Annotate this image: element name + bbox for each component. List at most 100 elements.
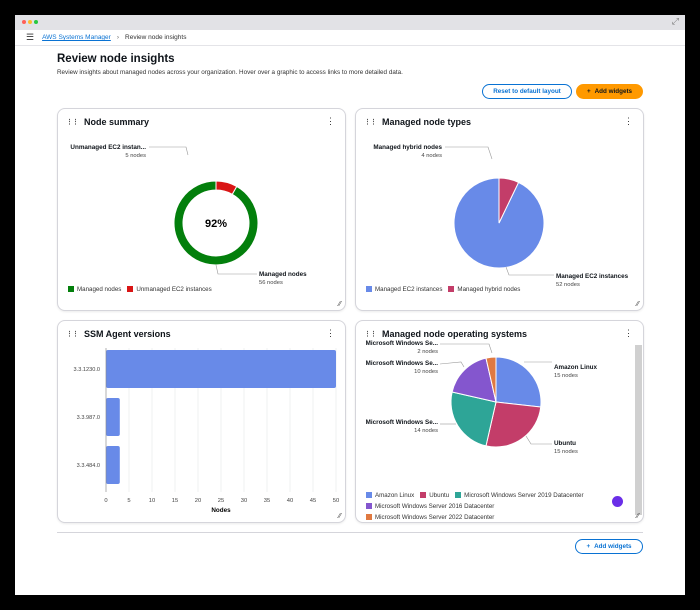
pie-chart: Amazon Linux 15 nodes Ubuntu 15 nodes Micros…: [366, 340, 598, 455]
more-options-icon[interactable]: ⋮: [326, 116, 335, 127]
x-tick-label: 15: [172, 498, 178, 504]
widget-title: Node summary: [84, 117, 150, 127]
reset-layout-button[interactable]: Reset to default layout: [482, 84, 572, 99]
slice-label: Unmanaged EC2 instan...: [70, 144, 146, 151]
slice-value: 2 nodes: [417, 349, 438, 355]
leader-line: [439, 361, 465, 368]
legend-swatch: [68, 286, 74, 292]
resize-handle-icon[interactable]: ⁄⁄: [637, 301, 639, 308]
slice-label: Microsoft Windows Se...: [366, 419, 439, 426]
legend-item[interactable]: Microsoft Windows Server 2016 Datacenter: [366, 502, 494, 511]
add-widgets-button[interactable]: + Add widgets: [576, 84, 643, 99]
slice-label: Managed nodes: [259, 271, 307, 278]
chevron-right-icon: ›: [116, 34, 120, 41]
bar-chart: 0 5 10 15 20 25 30 35 40 45 50 3.3.1230.0 3.3.987.0 3…: [74, 348, 339, 514]
legend-swatch: [366, 514, 372, 520]
expand-icon[interactable]: ⤢: [672, 16, 679, 27]
legend: Amazon Linux Ubuntu Microsoft Windows Se…: [366, 491, 616, 522]
widget-node-summary: ⋮⋮ Node summary ⋮ Unmanaged EC2 instan...…: [57, 108, 346, 311]
y-tick-label: 3.3.1230.0: [74, 367, 100, 373]
y-tick-label: 3.3.987.0: [77, 415, 100, 421]
slice-value: 5 nodes: [125, 153, 146, 159]
browser-window: ⤢ ☰ AWS Systems Manager › Review node in…: [15, 15, 685, 595]
x-tick-label: 35: [264, 498, 270, 504]
drag-handle-icon[interactable]: ⋮⋮: [66, 330, 79, 338]
leader-line: [215, 264, 257, 275]
minimize-dot[interactable]: [28, 20, 32, 24]
widget-operating-systems: ⋮⋮ Managed node operating systems ⋮ Amazo…: [355, 320, 644, 523]
widget-title: Managed node types: [382, 117, 472, 127]
pie-chart: Managed hybrid nodes 4 nodes Managed EC2 i…: [373, 144, 629, 288]
slice-label: Amazon Linux: [554, 364, 598, 371]
title-bar: ⤢: [15, 15, 685, 30]
legend: Managed nodes Unmanaged EC2 instances: [68, 286, 212, 293]
slice-label: Microsoft Windows Se...: [366, 360, 439, 367]
legend-item[interactable]: Managed hybrid nodes: [448, 286, 520, 293]
breadcrumb-root-link[interactable]: AWS Systems Manager: [42, 34, 111, 41]
more-options-icon[interactable]: ⋮: [326, 328, 335, 339]
legend-item[interactable]: Managed nodes: [68, 286, 121, 293]
resize-handle-icon[interactable]: ⁄⁄: [339, 513, 341, 520]
page-description: Review insights about managed nodes acro…: [57, 69, 403, 76]
x-tick-label: 25: [218, 498, 224, 504]
legend-label: Ubuntu: [429, 492, 450, 499]
slice-label: Ubuntu: [554, 440, 576, 447]
widget-managed-node-types: ⋮⋮ Managed node types ⋮ Managed hybrid no…: [355, 108, 644, 311]
legend-label: Microsoft Windows Server 2022 Datacenter: [375, 514, 495, 521]
close-dot[interactable]: [22, 20, 26, 24]
x-tick-label: 50: [333, 498, 339, 504]
plus-icon: +: [586, 88, 591, 95]
scrollbar[interactable]: [635, 345, 642, 515]
legend: Managed EC2 instances Managed hybrid nod…: [366, 286, 520, 293]
legend-swatch: [366, 286, 372, 292]
legend-item[interactable]: Unmanaged EC2 instances: [127, 286, 212, 293]
divider: [57, 532, 643, 533]
drag-handle-icon[interactable]: ⋮⋮: [66, 118, 79, 126]
legend-item[interactable]: Microsoft Windows Server 2019 Datacenter: [455, 491, 584, 500]
leader-line: [440, 343, 493, 354]
legend-item[interactable]: Amazon Linux: [366, 491, 414, 500]
add-widgets-bottom-button[interactable]: + Add widgets: [575, 539, 643, 554]
x-tick-label: 40: [287, 498, 293, 504]
legend-swatch: [366, 492, 372, 498]
leader-line: [149, 146, 189, 156]
pie-slice: [215, 180, 238, 195]
x-tick-label: 5: [127, 498, 130, 504]
feedback-bubble-icon[interactable]: [612, 496, 623, 507]
more-options-icon[interactable]: ⋮: [624, 328, 633, 339]
plus-icon: +: [586, 543, 591, 550]
slice-label: Managed EC2 instances: [556, 273, 629, 280]
legend-swatch: [420, 492, 427, 498]
drag-handle-icon[interactable]: ⋮⋮: [364, 330, 377, 338]
slice-label: Managed hybrid nodes: [373, 144, 442, 151]
slice-value: 15 nodes: [554, 373, 578, 379]
resize-handle-icon[interactable]: ⁄⁄: [339, 301, 341, 308]
hamburger-menu-icon[interactable]: ☰: [26, 32, 34, 43]
more-options-icon[interactable]: ⋮: [624, 116, 633, 127]
legend-swatch: [448, 286, 455, 292]
drag-handle-icon[interactable]: ⋮⋮: [364, 118, 377, 126]
legend-label: Managed hybrid nodes: [457, 286, 521, 293]
legend-label: Managed EC2 instances: [375, 286, 443, 293]
legend-swatch: [366, 503, 372, 509]
legend-item[interactable]: Managed EC2 instances: [366, 286, 442, 293]
reset-label: Reset to default layout: [493, 88, 561, 95]
bar: [106, 350, 336, 388]
x-tick-label: 45: [310, 498, 316, 504]
legend-item[interactable]: Microsoft Windows Server 2022 Datacenter: [366, 513, 494, 522]
slice-value: 15 nodes: [554, 449, 578, 455]
legend-item[interactable]: Ubuntu: [420, 491, 449, 500]
center-label: 92%: [205, 218, 227, 230]
leader-line: [505, 266, 554, 276]
resize-handle-icon[interactable]: ⁄⁄: [637, 513, 639, 520]
breadcrumb-current: Review node insights: [125, 34, 187, 41]
legend-label: Managed nodes: [77, 286, 122, 293]
legend-label: Amazon Linux: [375, 492, 415, 499]
legend-label: Unmanaged EC2 instances: [136, 286, 212, 293]
legend-label: Microsoft Windows Server 2016 Datacenter: [375, 503, 495, 510]
add-label: Add widgets: [594, 543, 632, 550]
pie-slice: [495, 356, 542, 408]
maximize-dot[interactable]: [34, 20, 38, 24]
slice-value: 10 nodes: [414, 369, 438, 375]
x-tick-label: 20: [195, 498, 201, 504]
